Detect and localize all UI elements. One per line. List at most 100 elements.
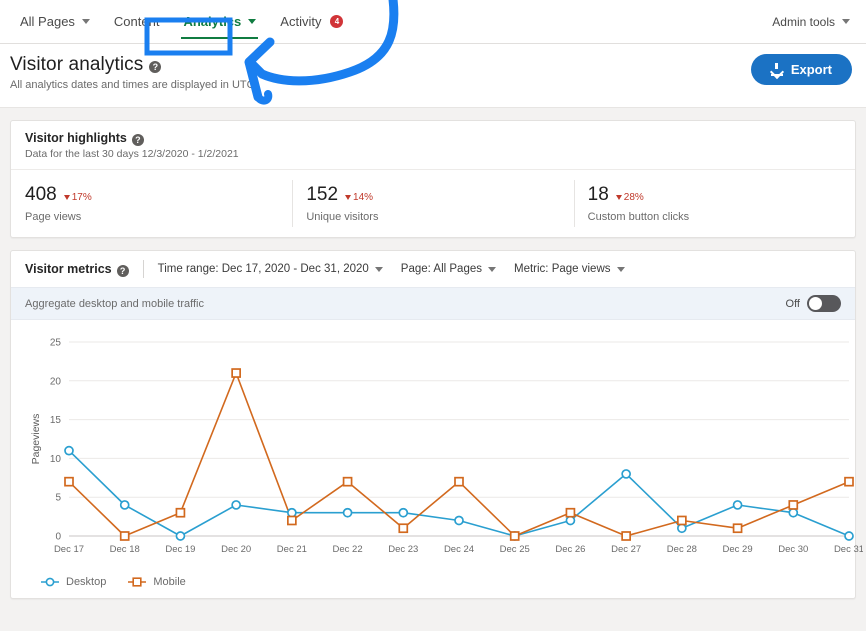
chart-point-mobile[interactable] [121, 532, 129, 540]
chart-x-tick-label: Dec 27 [611, 544, 641, 555]
chart-point-desktop[interactable] [399, 509, 407, 517]
admin-tools-label: Admin tools [772, 15, 835, 29]
visitor-metrics-chart: 0510152025PageviewsDec 17Dec 18Dec 19Dec… [11, 320, 855, 570]
visitor-highlights-stats-row: 408 17% Page views 152 14% Unique visit [11, 169, 855, 237]
metric-filter[interactable]: Metric: Page views [514, 263, 625, 275]
legend-item-mobile[interactable]: Mobile [128, 576, 185, 588]
help-icon[interactable]: ? [117, 265, 129, 277]
chart-y-tick-label: 20 [50, 376, 62, 387]
chart-x-tick-label: Dec 24 [444, 544, 474, 555]
chart-point-desktop[interactable] [455, 516, 463, 524]
chart-point-mobile[interactable] [65, 478, 73, 486]
desktop-marker-icon [41, 576, 59, 588]
chart-point-mobile[interactable] [734, 524, 742, 532]
top-navigation-bar: All Pages Content Analytics Activity 4 A… [0, 0, 866, 44]
chart-x-tick-label: Dec 31 [834, 544, 863, 555]
help-icon[interactable]: ? [132, 134, 144, 146]
stat-delta: 28% [616, 192, 644, 203]
chart-point-desktop[interactable] [734, 501, 742, 509]
nav-item-activity[interactable]: Activity 4 [268, 0, 355, 43]
chart-point-desktop[interactable] [845, 532, 853, 540]
chart-point-desktop[interactable] [121, 501, 129, 509]
stat-value-row: 408 17% [25, 184, 278, 206]
visitor-highlights-header: Visitor highlights ? Data for the last 3… [11, 121, 855, 169]
chart-point-mobile[interactable] [399, 524, 407, 532]
trend-down-icon [345, 195, 351, 200]
chart-point-desktop[interactable] [344, 509, 352, 517]
chart-point-desktop[interactable] [566, 516, 574, 524]
chart-point-mobile[interactable] [566, 509, 574, 517]
chevron-down-icon [488, 267, 496, 272]
chart-x-tick-label: Dec 29 [723, 544, 753, 555]
page-header-text: Visitor analytics ? All analytics dates … [10, 54, 255, 91]
nav-item-analytics[interactable]: Analytics [171, 0, 268, 43]
chart-point-desktop[interactable] [65, 447, 73, 455]
chart-point-desktop[interactable] [176, 532, 184, 540]
page-title-row: Visitor analytics ? [10, 54, 255, 76]
nav-item-content[interactable]: Content [102, 0, 172, 43]
time-range-filter[interactable]: Time range: Dec 17, 2020 - Dec 31, 2020 [158, 263, 383, 275]
chart-y-tick-label: 15 [50, 415, 62, 426]
stat-unique-visitors: 152 14% Unique visitors [292, 170, 573, 237]
chart-x-tick-label: Dec 17 [54, 544, 84, 555]
chart-point-mobile[interactable] [455, 478, 463, 486]
aggregate-toggle[interactable] [807, 295, 841, 312]
visitor-highlights-subtitle: Data for the last 30 days 12/3/2020 - 1/… [25, 148, 841, 160]
chart-point-mobile[interactable] [511, 532, 519, 540]
nav-item-admin-tools[interactable]: Admin tools [772, 15, 856, 29]
visitor-metrics-card: Visitor metrics ? Time range: Dec 17, 20… [10, 250, 856, 599]
chart-x-tick-label: Dec 26 [555, 544, 585, 555]
chart-point-mobile[interactable] [678, 516, 686, 524]
chart-point-mobile[interactable] [232, 369, 240, 377]
chart-point-desktop[interactable] [232, 501, 240, 509]
chart-x-tick-label: Dec 23 [388, 544, 418, 555]
main-content: Visitor highlights ? Data for the last 3… [0, 108, 866, 599]
chart-point-mobile[interactable] [845, 478, 853, 486]
page-filter-label: Page: All Pages [401, 263, 482, 275]
chevron-down-icon [82, 19, 90, 24]
nav-all-pages-label: All Pages [20, 14, 75, 29]
chart-x-tick-label: Dec 19 [165, 544, 195, 555]
chart-point-desktop[interactable] [789, 509, 797, 517]
legend-label-mobile: Mobile [153, 576, 185, 588]
nav-item-all-pages[interactable]: All Pages [10, 0, 102, 43]
chart-point-mobile[interactable] [622, 532, 630, 540]
stat-value: 152 [306, 184, 338, 206]
metric-filter-label: Metric: Page views [514, 263, 611, 275]
chart-point-desktop[interactable] [622, 470, 630, 478]
nav-content-label: Content [114, 14, 160, 29]
aggregate-toggle-wrap: Off [786, 295, 841, 312]
activity-count-badge: 4 [330, 15, 343, 28]
chart-point-mobile[interactable] [176, 509, 184, 517]
visitor-highlights-title-row: Visitor highlights ? [25, 131, 841, 145]
chart-point-mobile[interactable] [344, 478, 352, 486]
stat-delta: 14% [345, 192, 373, 203]
visitor-highlights-card: Visitor highlights ? Data for the last 3… [10, 120, 856, 238]
aggregate-toggle-state: Off [786, 298, 800, 310]
page-subtitle: All analytics dates and times are displa… [10, 79, 255, 91]
legend-item-desktop[interactable]: Desktop [41, 576, 106, 588]
stat-value-row: 152 14% [306, 184, 559, 206]
stat-custom-button-clicks: 18 28% Custom button clicks [574, 170, 855, 237]
aggregate-traffic-label: Aggregate desktop and mobile traffic [25, 298, 204, 310]
chart-point-desktop[interactable] [678, 524, 686, 532]
page-filter[interactable]: Page: All Pages [401, 263, 496, 275]
chart-y-tick-label: 10 [50, 454, 62, 465]
divider [143, 260, 144, 278]
help-icon[interactable]: ? [149, 61, 161, 73]
stat-value: 408 [25, 184, 57, 206]
stat-value: 18 [588, 184, 609, 206]
chevron-down-icon [842, 19, 850, 24]
chart-point-desktop[interactable] [288, 509, 296, 517]
visitor-highlights-title: Visitor highlights [25, 131, 127, 145]
chart-point-mobile[interactable] [288, 516, 296, 524]
time-range-filter-label: Time range: Dec 17, 2020 - Dec 31, 2020 [158, 263, 369, 275]
chevron-down-icon [617, 267, 625, 272]
chart-point-mobile[interactable] [789, 501, 797, 509]
export-button[interactable]: Export [751, 54, 852, 85]
stat-label: Custom button clicks [588, 211, 841, 223]
chart-series-line-mobile [69, 373, 849, 536]
chevron-down-icon [375, 267, 383, 272]
toggle-knob [809, 297, 822, 310]
chart-x-tick-label: Dec 30 [778, 544, 808, 555]
